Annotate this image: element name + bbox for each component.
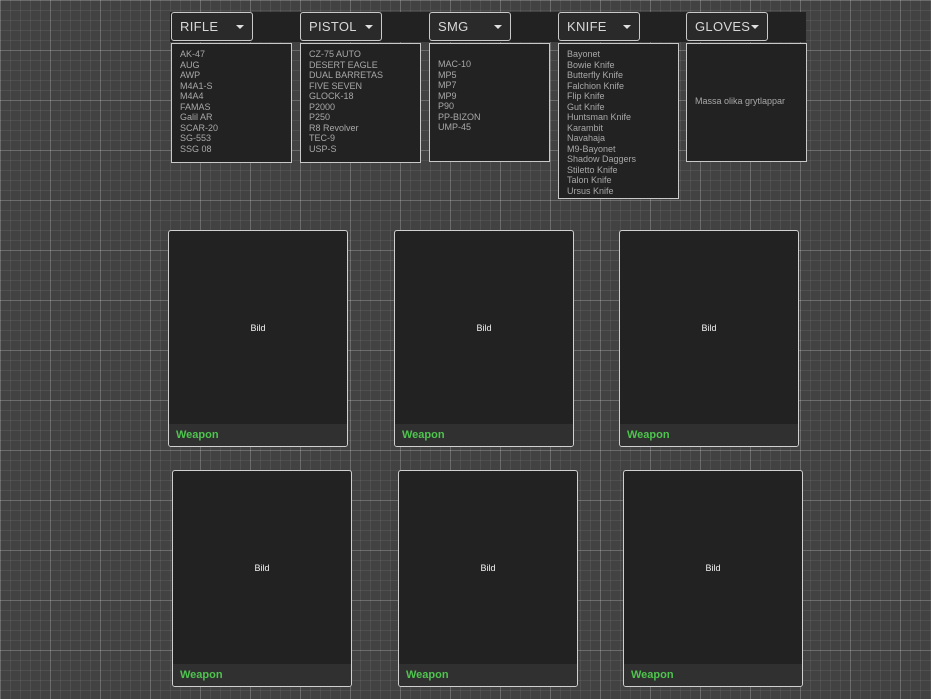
menu-item[interactable]: Falchion Knife [567,81,670,92]
menu-item[interactable]: FIVE SEVEN [309,81,412,92]
weapon-card[interactable]: Bild Weapon [619,230,799,447]
gloves-dropdown-menu: Massa olika grytlappar [686,43,807,162]
weapon-image-placeholder: Bild [620,231,798,424]
menu-item[interactable]: AK-47 [180,49,283,60]
gloves-dropdown-label: GLOVES [695,19,751,34]
caret-down-icon [494,25,502,29]
menu-item[interactable]: Talon Knife [567,175,670,186]
menu-item[interactable]: Navahaja [567,133,670,144]
image-label: Bild [250,322,266,333]
weapon-image-placeholder: Bild [169,231,347,424]
weapon-card[interactable]: Bild Weapon [623,470,803,687]
menu-item[interactable]: MP9 [438,91,541,102]
weapon-caption: Weapon [624,664,802,686]
weapon-image-placeholder: Bild [399,471,577,664]
menu-item[interactable]: Huntsman Knife [567,112,670,123]
rifle-dropdown-label: RIFLE [180,19,219,34]
menu-item[interactable]: SG-553 [180,133,283,144]
menu-item[interactable]: MP7 [438,80,541,91]
menu-item[interactable]: TEC-9 [309,133,412,144]
menu-item[interactable]: DESERT EAGLE [309,60,412,71]
pistol-dropdown-label: PISTOL [309,19,357,34]
image-label: Bild [701,322,717,333]
smg-dropdown-button[interactable]: SMG [429,12,511,41]
weapon-image-placeholder: Bild [173,471,351,664]
menu-item[interactable]: M4A1-S [180,81,283,92]
knife-dropdown-button[interactable]: KNIFE [558,12,640,41]
rifle-dropdown-button[interactable]: RIFLE [171,12,253,41]
menu-item[interactable]: SCAR-20 [180,123,283,134]
menu-item[interactable]: UMP-45 [438,122,541,133]
gloves-description: Massa olika grytlappar [695,96,786,106]
image-label: Bild [476,322,492,333]
menu-item[interactable]: M9-Bayonet [567,144,670,155]
knife-dropdown-menu: Bayonet Bowie Knife Butterfly Knife Falc… [558,43,679,199]
menu-item[interactable]: Gut Knife [567,102,670,113]
smg-dropdown-menu: MAC-10 MP5 MP7 MP9 P90 PP-BIZON UMP-45 [429,43,550,162]
menu-item[interactable]: Galil AR [180,112,283,123]
menu-item[interactable]: Karambit [567,123,670,134]
gloves-dropdown-button[interactable]: GLOVES [686,12,768,41]
menu-item[interactable]: DUAL BARRETAS [309,70,412,81]
menu-item[interactable]: M4A4 [180,91,283,102]
weapon-card[interactable]: Bild Weapon [168,230,348,447]
menu-item[interactable]: GLOCK-18 [309,91,412,102]
menu-item[interactable]: USP-S [309,144,412,155]
menu-item[interactable]: P2000 [309,102,412,113]
rifle-dropdown-menu: AK-47 AUG AWP M4A1-S M4A4 FAMAS Galil AR… [171,43,292,163]
menu-item[interactable]: MP5 [438,70,541,81]
menu-item[interactable]: PP-BIZON [438,112,541,123]
menu-item[interactable]: P250 [309,112,412,123]
menu-item[interactable]: P90 [438,101,541,112]
smg-dropdown-label: SMG [438,19,469,34]
menu-item[interactable]: CZ-75 AUTO [309,49,412,60]
menu-item[interactable]: Shadow Daggers [567,154,670,165]
menu-item[interactable]: SSG 08 [180,144,283,155]
menu-item[interactable]: MAC-10 [438,59,541,70]
menu-item[interactable]: AWP [180,70,283,81]
menu-item[interactable]: Ursus Knife [567,186,670,197]
pistol-dropdown-button[interactable]: PISTOL [300,12,382,41]
weapon-image-placeholder: Bild [624,471,802,664]
caret-down-icon [236,25,244,29]
menu-item[interactable]: FAMAS [180,102,283,113]
weapon-caption: Weapon [395,424,573,446]
weapon-caption: Weapon [173,664,351,686]
pistol-dropdown-menu: CZ-75 AUTO DESERT EAGLE DUAL BARRETAS FI… [300,43,421,163]
menu-item[interactable]: R8 Revolver [309,123,412,134]
weapon-caption: Weapon [169,424,347,446]
image-label: Bild [705,562,721,573]
weapon-image-placeholder: Bild [395,231,573,424]
weapon-card[interactable]: Bild Weapon [398,470,578,687]
caret-down-icon [751,25,759,29]
menu-item[interactable]: AUG [180,60,283,71]
caret-down-icon [365,25,373,29]
menu-item[interactable]: Butterfly Knife [567,70,670,81]
menu-item[interactable]: Bayonet [567,49,670,60]
menu-item[interactable]: Stiletto Knife [567,165,670,176]
weapon-card[interactable]: Bild Weapon [394,230,574,447]
weapon-caption: Weapon [399,664,577,686]
image-label: Bild [254,562,270,573]
menu-item[interactable]: Bowie Knife [567,60,670,71]
caret-down-icon [623,25,631,29]
weapon-card[interactable]: Bild Weapon [172,470,352,687]
knife-dropdown-label: KNIFE [567,19,607,34]
image-label: Bild [480,562,496,573]
menu-item[interactable]: Flip Knife [567,91,670,102]
weapon-caption: Weapon [620,424,798,446]
